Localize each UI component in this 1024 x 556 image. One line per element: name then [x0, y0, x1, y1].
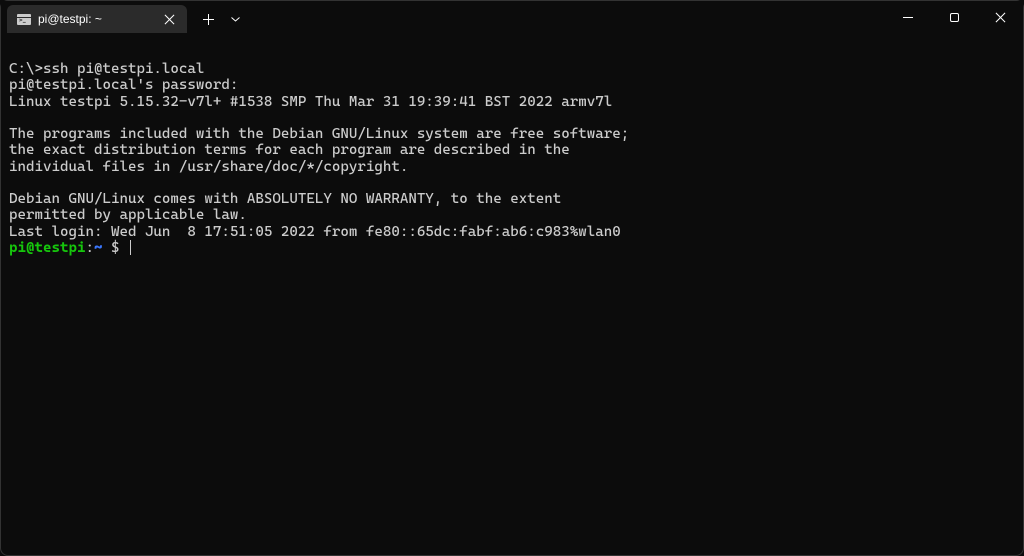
tab-content: pi@testpi: ~ — [17, 12, 102, 26]
terminal-line: The programs included with the Debian GN… — [9, 126, 629, 142]
tab-title: pi@testpi: ~ — [38, 12, 102, 26]
terminal-line: individual files in /usr/share/doc/*/cop… — [9, 159, 408, 175]
terminal-line: Debian GNU/Linux comes with ABSOLUTELY N… — [9, 191, 561, 207]
close-window-button[interactable] — [977, 1, 1023, 33]
window-controls — [885, 1, 1023, 33]
tab-active[interactable]: pi@testpi: ~ — [7, 5, 187, 33]
minimize-button[interactable] — [885, 1, 931, 33]
close-tab-button[interactable] — [161, 11, 177, 27]
cursor — [130, 240, 131, 255]
plus-icon — [203, 14, 214, 25]
close-icon — [995, 12, 1005, 22]
titlebar-drag-area[interactable] — [247, 1, 885, 33]
chevron-down-icon — [231, 17, 240, 22]
terminal-line: C:\>ssh pi@testpi.local — [9, 61, 204, 77]
terminal-line: pi@testpi.local's password: — [9, 77, 238, 93]
terminal-line: the exact distribution terms for each pr… — [9, 142, 570, 158]
tabs-area: pi@testpi: ~ — [1, 1, 247, 33]
terminal-line: permitted by applicable law. — [9, 207, 247, 223]
minimize-icon — [903, 12, 913, 22]
new-tab-button[interactable] — [193, 5, 223, 33]
close-icon — [164, 14, 174, 24]
terminal-line: Linux testpi 5.15.32-v7l+ #1538 SMP Thu … — [9, 94, 612, 110]
maximize-button[interactable] — [931, 1, 977, 33]
tab-actions — [193, 5, 247, 33]
terminal-icon — [17, 14, 31, 25]
terminal-viewport[interactable]: C:\>ssh pi@testpi.local pi@testpi.local'… — [1, 33, 1023, 264]
prompt-dollar: $ — [102, 240, 128, 256]
terminal-line: Last login: Wed Jun 8 17:51:05 2022 from… — [9, 224, 621, 240]
titlebar: pi@testpi: ~ — [1, 1, 1023, 33]
maximize-icon — [950, 13, 959, 22]
tab-dropdown-button[interactable] — [223, 5, 247, 33]
prompt-user-host: pi@testpi — [9, 240, 85, 256]
prompt-colon: : — [85, 240, 94, 256]
